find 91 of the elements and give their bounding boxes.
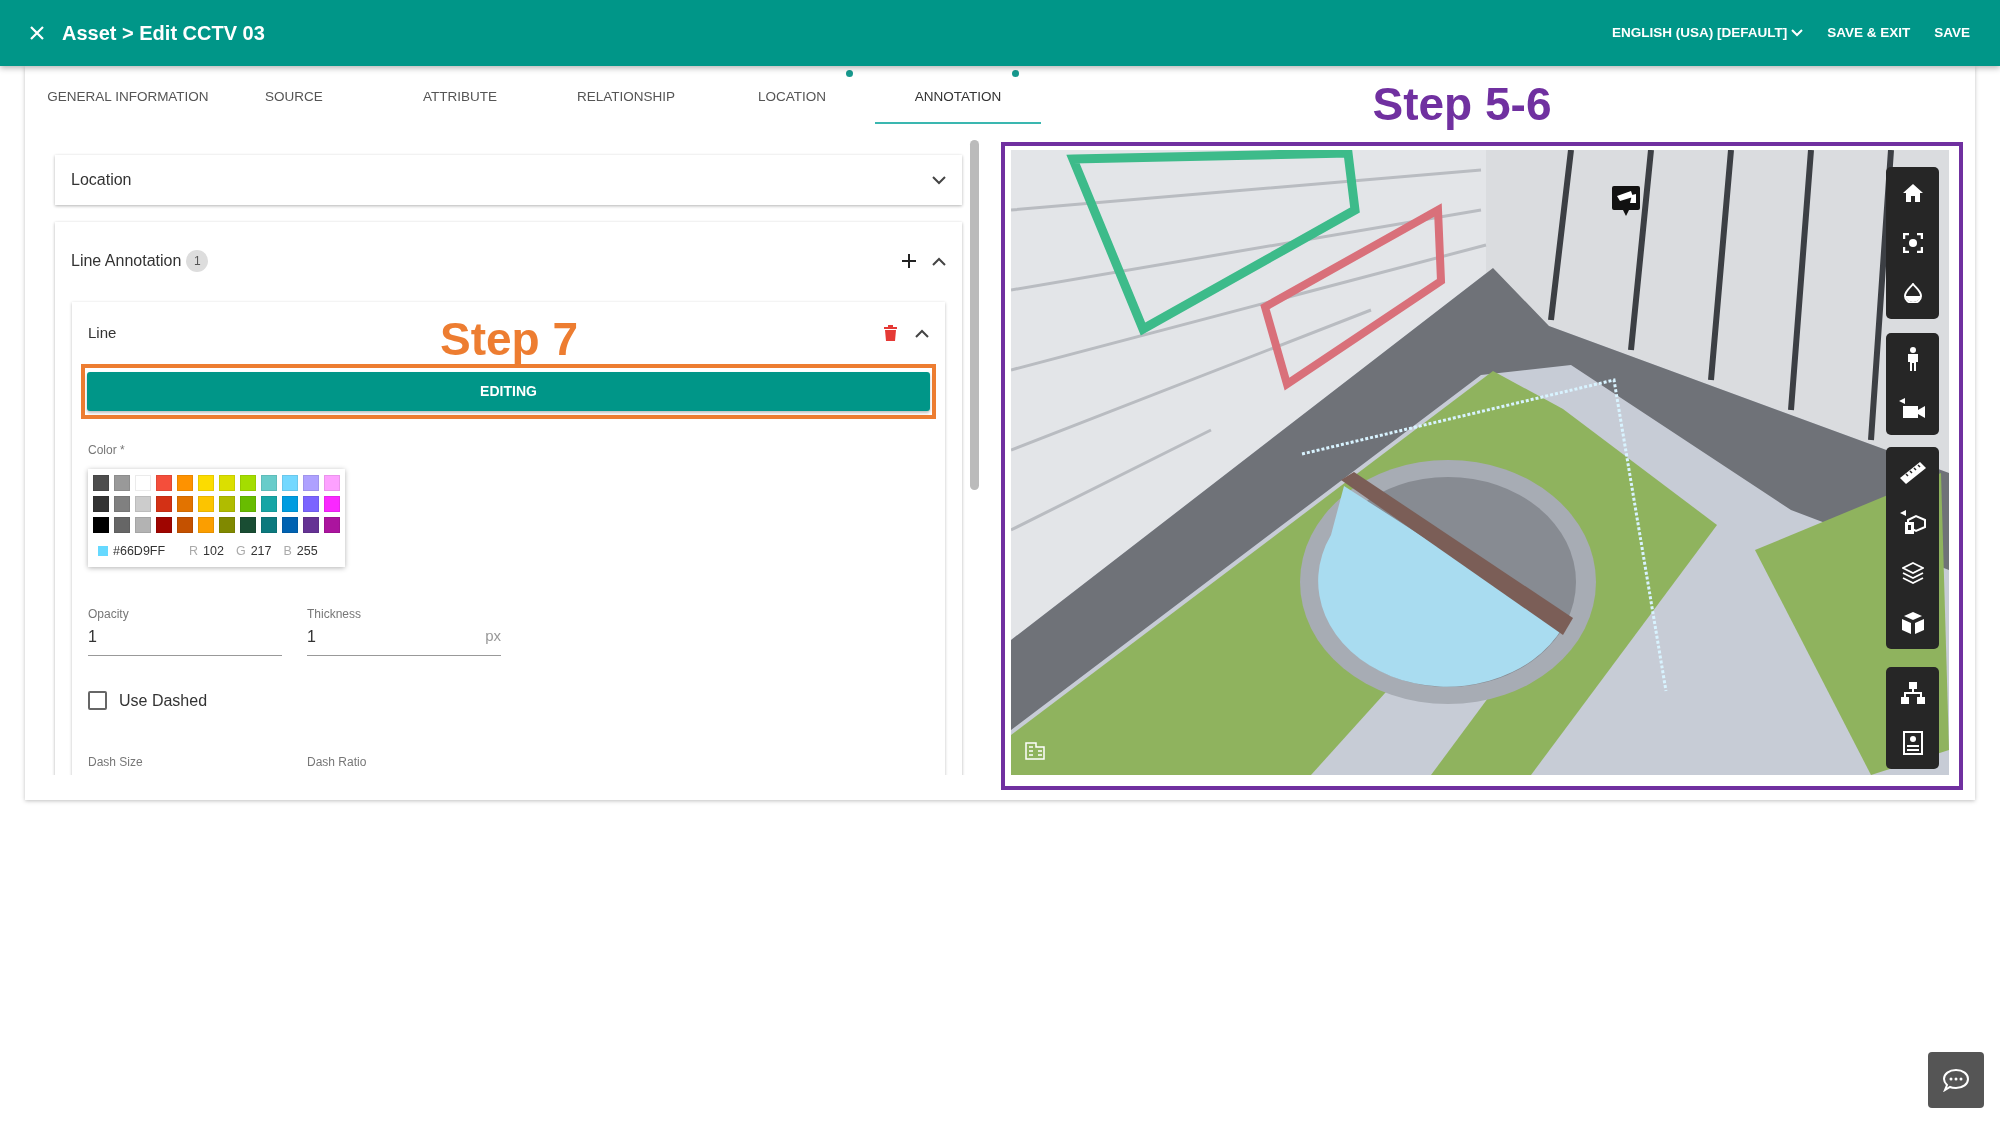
channel-label: B [283,543,292,560]
checkbox[interactable] [88,691,107,711]
cube-icon[interactable] [1900,612,1925,634]
tab[interactable]: RELATIONSHIP [543,66,709,124]
color-swatch[interactable] [177,475,193,491]
color-swatch[interactable] [198,475,214,491]
section-title: Line Annotation [71,251,182,271]
color-swatch[interactable] [303,496,319,512]
color-swatch[interactable] [198,517,214,533]
tab[interactable]: LOCATION [709,66,875,124]
chevron-icon[interactable] [932,256,946,266]
channel-value[interactable]: 217 [250,542,272,561]
color-swatch[interactable] [219,496,235,512]
scrollbar-thumb[interactable] [970,140,979,490]
channel-value[interactable]: 102 [203,542,224,561]
color-swatch[interactable] [156,475,172,491]
color-swatch[interactable] [135,496,151,512]
color-swatch[interactable] [303,517,319,533]
color-swatch[interactable] [240,475,256,491]
channel-value[interactable]: 255 [296,542,318,561]
field-label: Dash Size [88,753,144,771]
layers-icon[interactable] [1901,562,1924,584]
focus-icon[interactable] [1902,233,1923,253]
field-label: Dash Ratio [307,753,368,771]
color-swatch[interactable] [177,517,193,533]
home-icon[interactable] [1902,184,1923,202]
section-title: Location [71,170,132,190]
color-swatch[interactable] [282,496,298,512]
line-title: Line [88,322,117,343]
id-panel-icon[interactable] [1902,731,1923,755]
page-title: Asset > Edit CCTV 03 [62,21,265,46]
color-swatch[interactable] [156,517,172,533]
tab[interactable]: SOURCE [211,66,377,124]
caret-icon [1791,29,1804,37]
camera-marker-icon[interactable] [1612,186,1640,216]
chevron-icon[interactable] [932,175,946,185]
color-swatch[interactable] [219,475,235,491]
tab[interactable]: GENERAL INFORMATION [45,66,211,124]
color-swatch[interactable] [93,517,109,533]
color-swatch[interactable] [303,475,319,491]
color-swatch[interactable] [282,475,298,491]
color-swatch[interactable] [219,517,235,533]
channel-label: R [189,543,199,560]
color-swatch[interactable] [135,517,151,533]
hierarchy-icon[interactable] [1900,682,1925,704]
hex-value[interactable]: #66D9FF [113,542,189,561]
color-swatch[interactable] [93,475,109,491]
step-label: Step 5-6 [1372,76,1552,132]
field-label: Thickness [307,605,363,623]
editing-button[interactable]: EDITING [87,372,930,411]
add-icon[interactable] [902,254,916,268]
color-swatch[interactable] [324,475,340,491]
tab[interactable]: ATTRIBUTE [377,66,543,124]
tab[interactable]: ANNOTATION [875,66,1041,124]
checkbox-label: Use Dashed [119,690,208,711]
location-accordion[interactable]: Location [55,155,962,205]
color-swatch[interactable] [261,517,277,533]
chat-button[interactable] [1928,1052,1984,1108]
field-label: Color * [88,442,126,459]
channel-label: G [235,543,246,560]
color-swatch[interactable] [282,517,298,533]
video-camera-icon[interactable] [1898,398,1927,420]
color-swatch[interactable] [114,475,130,491]
color-swatch[interactable] [324,496,340,512]
drop-icon[interactable] [1903,283,1922,303]
building-icon[interactable] [1025,742,1045,760]
color-swatch[interactable] [93,496,109,512]
step-label: Step 7 [440,312,579,367]
color-swatch[interactable] [114,496,130,512]
color-swatch[interactable] [177,496,193,512]
color-swatch[interactable] [261,496,277,512]
input-field[interactable]: 1 px [307,622,501,656]
color-swatch[interactable] [240,496,256,512]
color-swatch[interactable] [261,475,277,491]
person-icon[interactable] [1905,347,1920,371]
input-field[interactable]: 1 [88,622,282,656]
color-swatch[interactable] [156,496,172,512]
color-swatch[interactable] [324,517,340,533]
save-and-exit-button[interactable]: SAVE & EXIT [1827,18,1911,48]
language-dropdown[interactable]: ENGLISH (USA) [DEFAULT] [1611,18,1804,48]
box-camera-icon[interactable] [1899,510,1926,536]
color-swatch[interactable] [198,496,214,512]
trash-icon[interactable] [884,325,897,341]
chat-icon [1942,1068,1970,1092]
color-swatch[interactable] [240,517,256,533]
count-badge: 1 [186,250,209,272]
chevron-icon[interactable] [915,328,929,338]
field-label: Opacity [88,605,130,623]
color-swatch[interactable] [114,517,130,533]
save-button[interactable]: SAVE [1934,18,1970,48]
ruler-icon[interactable] [1899,462,1926,484]
